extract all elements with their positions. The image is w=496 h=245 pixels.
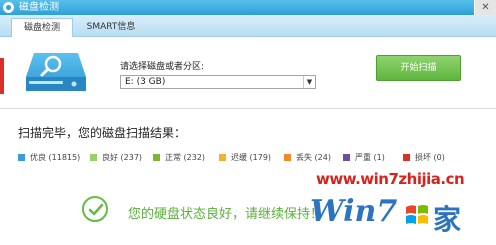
partition-select-value: E: (3 GB) (125, 77, 166, 87)
watermark-url: www.win7zhijia.cn (316, 170, 465, 188)
partition-select-label: 请选择磁盘或者分区: (120, 62, 205, 72)
check-mark-icon (88, 203, 104, 216)
legend-swatch (284, 154, 291, 161)
legend-item-slow: 迟缓 (179) (219, 152, 271, 164)
start-scan-button[interactable]: 开始扫描 (376, 55, 461, 81)
partition-select[interactable]: E: (3 GB) ▼ (120, 75, 316, 89)
windows-flag-icon (406, 205, 428, 224)
side-marker (0, 58, 4, 94)
watermark-suffix: 家 (433, 203, 462, 236)
tab-bar: 磁盘检测 SMART信息 (0, 15, 496, 37)
disk-check-window: 磁盘检测 ✕ 磁盘检测 SMART信息 请选择磁盘或者分区: E: (3 GB)… (0, 0, 496, 245)
window-title: 磁盘检测 (19, 2, 59, 13)
legend-item-normal: 正常 (232) (153, 152, 205, 164)
legend-swatch (219, 154, 226, 161)
status-message: 您的硬盘状态良好，请继续保持！ (128, 207, 324, 222)
watermark: www.win7zhijia.cn Win7 家 (300, 160, 496, 245)
close-button[interactable]: ✕ (474, 0, 496, 15)
disk-search-icon (26, 53, 86, 91)
app-logo-icon (3, 2, 14, 13)
chevron-down-icon[interactable]: ▼ (303, 76, 315, 88)
legend-item-good: 良好 (237) (90, 152, 142, 164)
divider (0, 108, 496, 109)
legend-swatch (153, 154, 160, 161)
legend-swatch (90, 154, 97, 161)
watermark-brand: Win7 (310, 194, 398, 229)
tab-smart-info[interactable]: SMART信息 (80, 18, 142, 37)
legend-item-excellent: 优良 (11815) (18, 152, 80, 164)
result-title: 扫描完毕，您的磁盘扫描结果： (18, 126, 187, 140)
legend-swatch (18, 154, 25, 161)
check-circle-icon (82, 196, 108, 222)
tab-disk-check[interactable]: 磁盘检测 (11, 18, 73, 37)
title-bar: 磁盘检测 ✕ (0, 0, 496, 15)
